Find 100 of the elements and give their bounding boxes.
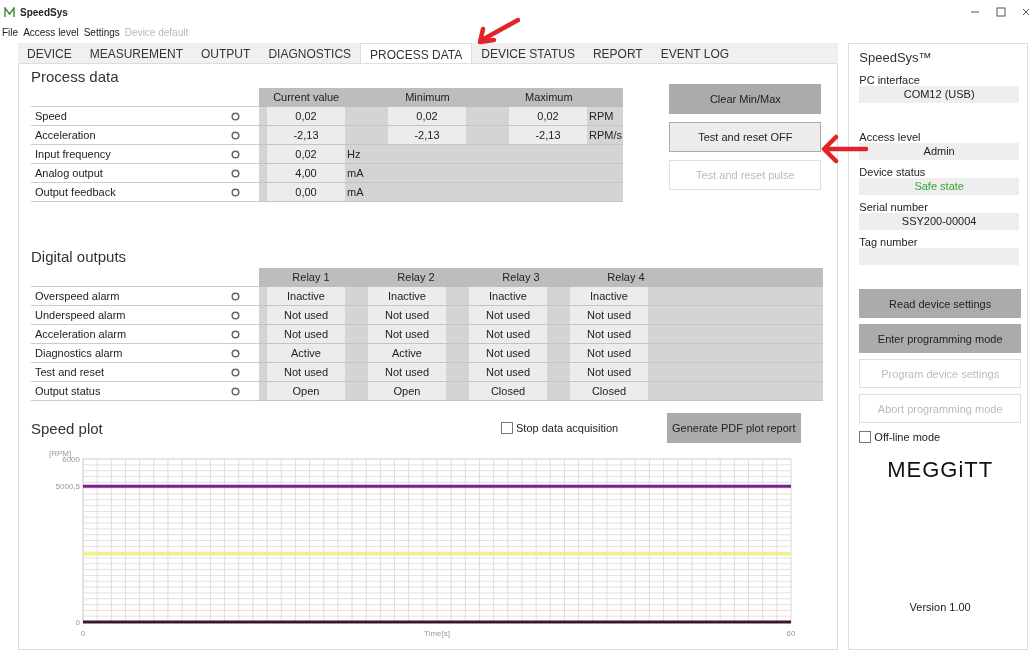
- window-title: SpeedSys: [20, 6, 68, 18]
- row-label: Test and reset: [31, 363, 231, 382]
- menu-item[interactable]: Access level: [23, 26, 79, 38]
- action-button[interactable]: Test and reset OFF: [669, 122, 822, 152]
- value-cell: Not used: [368, 306, 446, 324]
- field-label: Access level: [859, 131, 922, 143]
- value-cell: 0,00: [267, 183, 345, 201]
- field-label: Serial number: [859, 201, 929, 213]
- annotation-arrow: [476, 16, 520, 46]
- value-cell: 0,02: [267, 107, 345, 125]
- row-label: Output status: [31, 382, 231, 401]
- value-cell: Not used: [469, 325, 547, 343]
- tab[interactable]: MEASUREMENT: [80, 43, 193, 63]
- value-cell: Not used: [469, 363, 547, 381]
- field-value: Admin: [859, 143, 1019, 160]
- value-cell: Not used: [469, 306, 547, 324]
- column-header: Relay 4: [606, 270, 646, 285]
- x-tick-label: 0: [80, 629, 86, 638]
- value-cell: Not used: [267, 325, 345, 343]
- value-cell: Not used: [570, 306, 648, 324]
- tab[interactable]: EVENT LOG: [651, 43, 739, 63]
- section-title: Process data: [31, 68, 120, 85]
- value-cell: Not used: [469, 344, 547, 362]
- value-cell: Not used: [267, 306, 345, 324]
- logo: MEGGiTT: [886, 457, 995, 483]
- field-value: Safe state: [859, 178, 1019, 195]
- value-cell: Not used: [570, 325, 648, 343]
- row-label: Acceleration: [31, 126, 231, 145]
- row-label: Speed: [31, 107, 231, 126]
- value-cell: Inactive: [469, 287, 547, 305]
- value-cell: Not used: [368, 363, 446, 381]
- value-cell: Inactive: [267, 287, 345, 305]
- row-label: Underspeed alarm: [31, 306, 231, 325]
- value-cell: Inactive: [570, 287, 648, 305]
- unit-cell-text: RPM/s: [588, 128, 622, 143]
- checkbox-label[interactable]: Stop data acquisition: [516, 422, 619, 434]
- value-cell: Open: [267, 382, 345, 400]
- checkbox-label[interactable]: Off-line mode: [874, 431, 941, 443]
- field-label: Tag number: [859, 236, 919, 248]
- y-tick-label: 0: [75, 618, 80, 627]
- version-text: Version 1.00: [908, 601, 972, 613]
- row-label: Output feedback: [31, 183, 231, 202]
- tab[interactable]: DEVICE: [18, 43, 81, 63]
- app-logo-icon: [4, 6, 15, 18]
- y-tick-label: 5000,5: [55, 482, 80, 492]
- menu-item[interactable]: File: [2, 26, 19, 38]
- section-title: Digital outputs: [31, 248, 128, 265]
- column-header: Minimum: [404, 90, 451, 105]
- row-label: Overspeed alarm: [31, 287, 231, 306]
- column-header: Relay 1: [291, 270, 331, 285]
- value-cell: -2,13: [509, 126, 587, 144]
- menu-item[interactable]: Settings: [83, 26, 120, 38]
- value-cell: 0,02: [267, 145, 345, 163]
- row-label: Input frequency: [31, 145, 231, 164]
- action-button[interactable]: Enter programming mode: [859, 324, 1021, 353]
- maximize-icon[interactable]: [996, 7, 1006, 17]
- value-cell: 0,02: [388, 107, 466, 125]
- value-cell: Closed: [570, 382, 648, 400]
- close-icon[interactable]: [1022, 7, 1030, 17]
- field-label: PC interface: [859, 74, 921, 86]
- tab[interactable]: REPORT: [583, 43, 652, 63]
- value-cell: -2,13: [267, 126, 345, 144]
- panel-title: SpeedSys™: [859, 50, 933, 65]
- field-value: SSY200-00004: [859, 213, 1019, 230]
- field-label: Device status: [859, 166, 927, 178]
- column-header: Relay 2: [396, 270, 436, 285]
- column-header: Current value: [272, 90, 340, 105]
- unit-cell-text: RPM: [588, 109, 615, 124]
- unit-cell-text: mA: [346, 185, 365, 200]
- value-cell: -2,13: [388, 126, 466, 144]
- x-axis-label: Time[s]: [424, 629, 450, 638]
- value-cell: Not used: [570, 363, 648, 381]
- value-cell: Not used: [368, 325, 446, 343]
- action-button[interactable]: Clear Min/Max: [669, 84, 822, 114]
- value-cell: 0,02: [509, 107, 587, 125]
- row-label: Diagnostics alarm: [31, 344, 231, 363]
- value-cell: 4,00: [267, 164, 345, 182]
- unit-cell-text: Hz: [346, 147, 362, 162]
- action-button[interactable]: Read device settings: [859, 289, 1021, 318]
- x-tick-label: 60: [786, 629, 796, 638]
- y-axis-label: [RPM]: [49, 449, 72, 458]
- report-button[interactable]: Generate PDF plot report: [667, 413, 801, 443]
- section-title: Speed plot: [31, 419, 104, 437]
- value-cell: Not used: [570, 344, 648, 362]
- column-header: Relay 3: [501, 270, 541, 285]
- value-cell: Open: [368, 382, 446, 400]
- checkbox[interactable]: [859, 431, 872, 443]
- row-label: Analog output: [31, 164, 231, 183]
- checkbox[interactable]: [501, 422, 513, 434]
- value-cell: Not used: [267, 363, 345, 381]
- unit-cell-text: mA: [346, 166, 365, 181]
- tab[interactable]: DIAGNOSTICS: [259, 43, 361, 63]
- field-value: COM12 (USB): [859, 86, 1019, 103]
- value-cell: Active: [267, 344, 345, 362]
- tab[interactable]: DEVICE STATUS: [472, 43, 584, 63]
- value-cell: Active: [368, 344, 446, 362]
- value-cell: Closed: [469, 382, 547, 400]
- tab[interactable]: OUTPUT: [192, 43, 260, 63]
- tab[interactable]: PROCESS DATA: [360, 43, 473, 63]
- row-label: Acceleration alarm: [31, 325, 231, 344]
